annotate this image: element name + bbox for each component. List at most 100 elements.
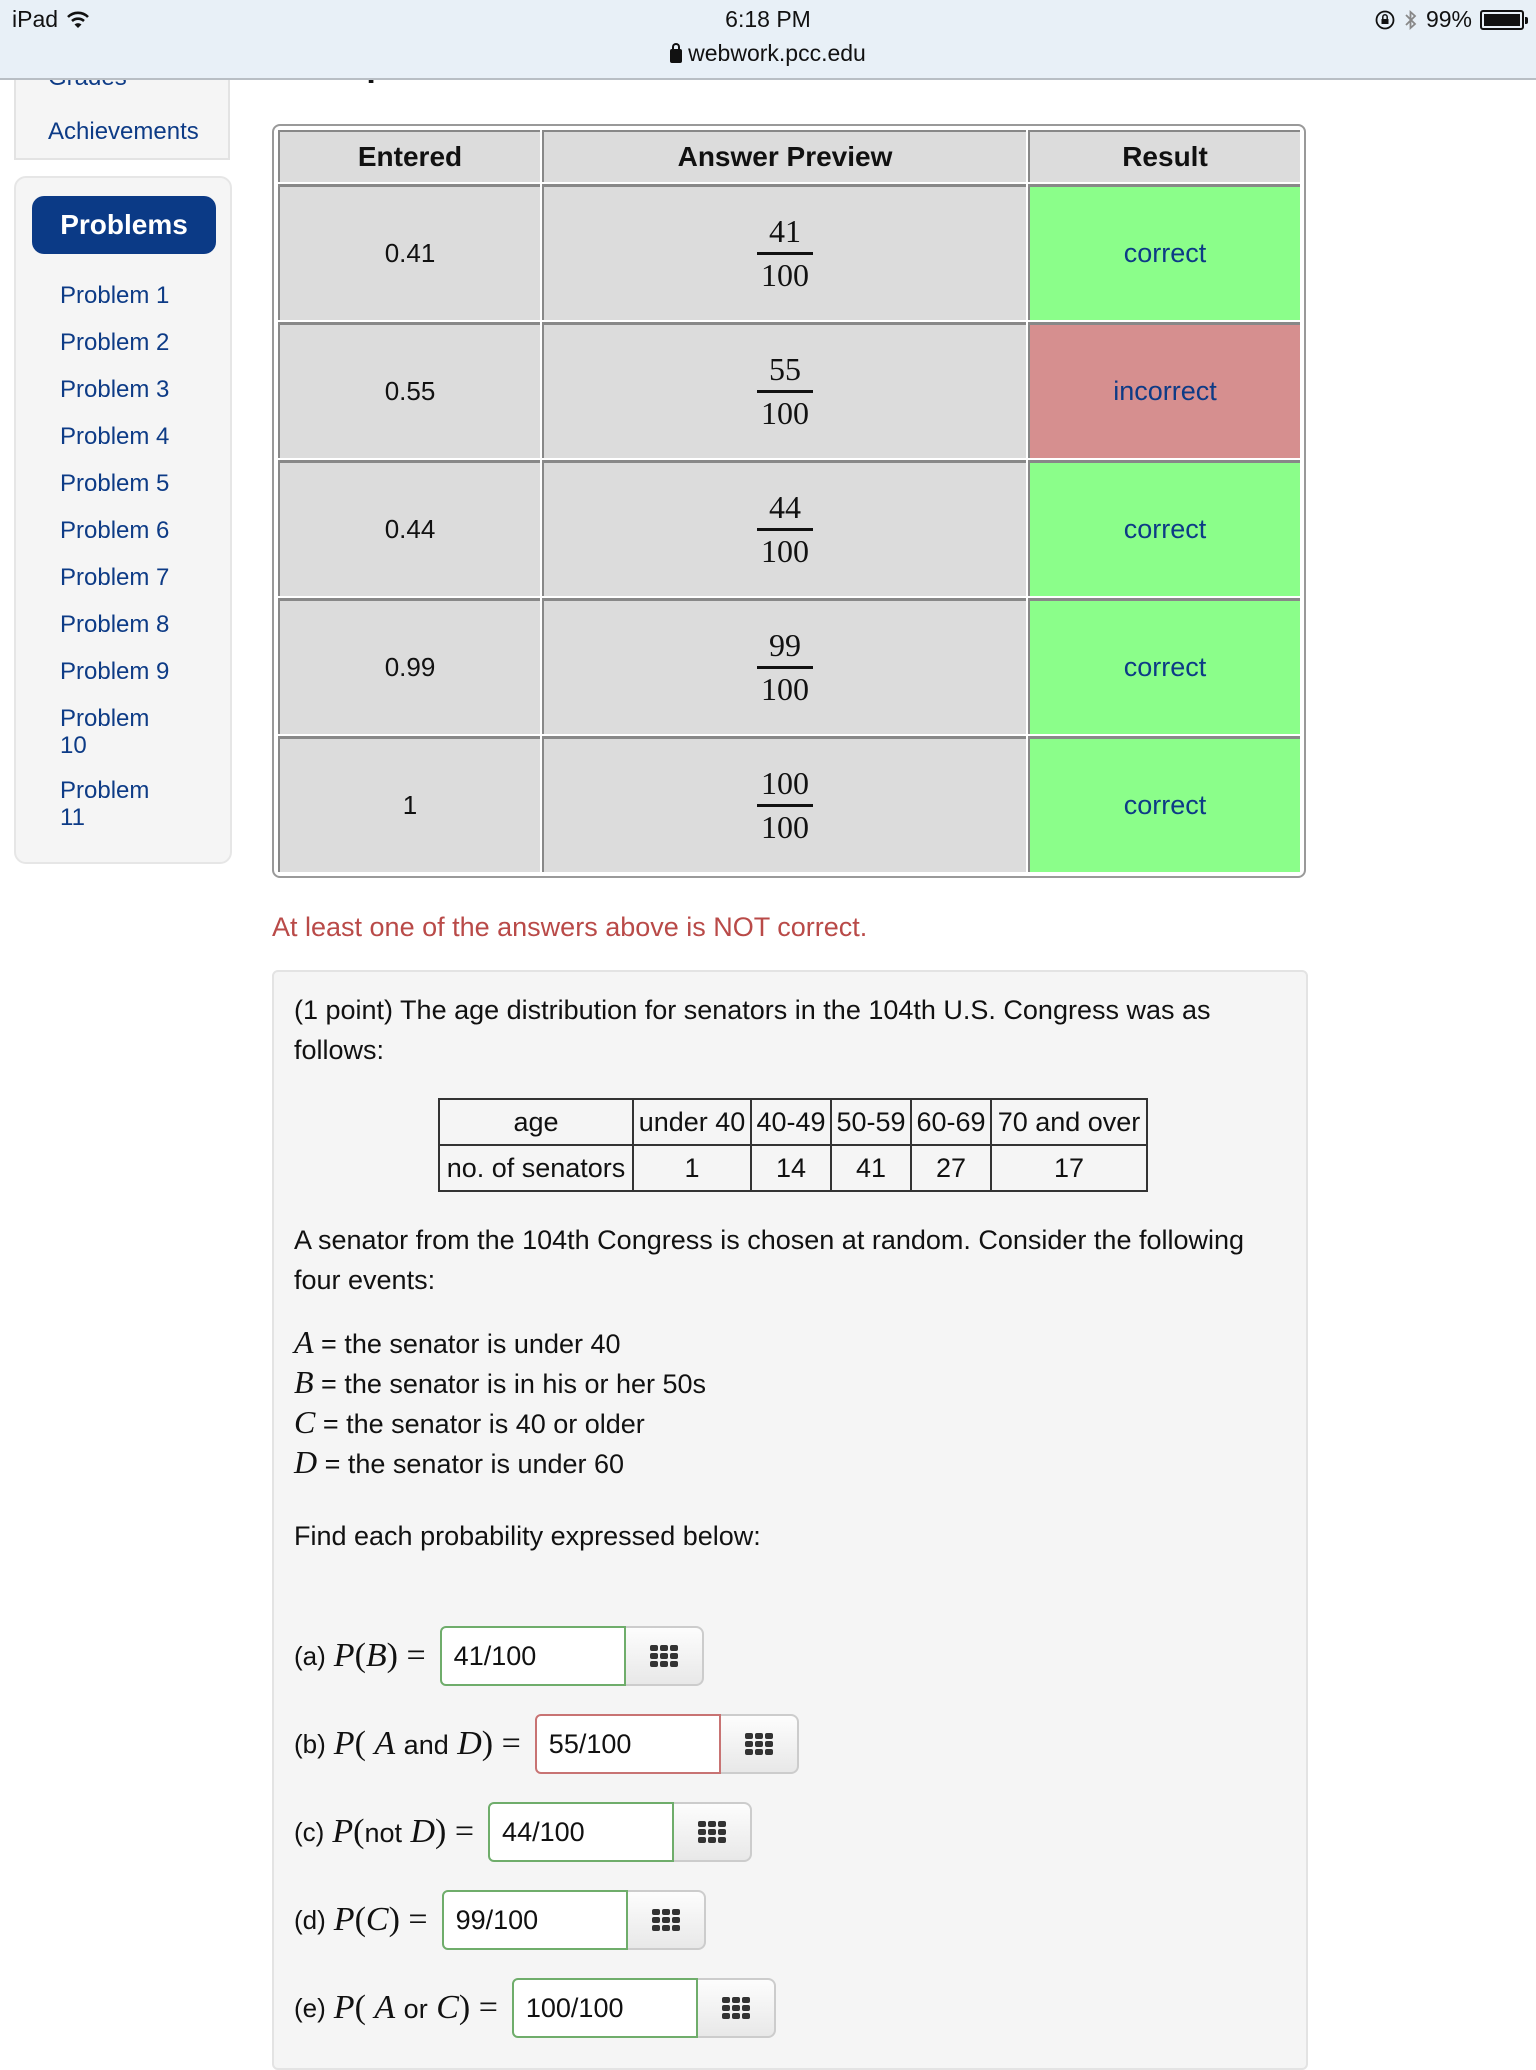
clock: 6:18 PM xyxy=(725,6,811,32)
problem-link[interactable]: Problem 8 xyxy=(60,611,220,638)
denominator: 100 xyxy=(761,395,809,431)
keypad-icon xyxy=(651,1909,680,1931)
expression: P(not D) = xyxy=(332,1813,475,1850)
answer-input-e[interactable] xyxy=(511,1978,698,2038)
problem-link[interactable]: Problem 11 xyxy=(60,777,160,831)
keypad-icon xyxy=(649,1645,678,1667)
count-cell: 27 xyxy=(910,1144,992,1192)
answer-input-a[interactable] xyxy=(439,1626,626,1686)
problem-body: (1 point) The age distribution for senat… xyxy=(272,970,1308,2070)
age-label: age xyxy=(438,1098,634,1146)
result-status: correct xyxy=(1028,598,1300,734)
equation-editor-button[interactable] xyxy=(625,1626,704,1686)
results-header-row: Entered Answer Preview Result xyxy=(278,130,1300,182)
url-text: webwork.pcc.edu xyxy=(688,40,866,66)
event-definitions: A = the senator is under 40 B = the sena… xyxy=(294,1322,1294,1482)
problem-link[interactable]: Problem 3 xyxy=(60,376,220,403)
denominator: 100 xyxy=(761,671,809,707)
age-row: age under 40 40-49 50-59 60-69 70 and ov… xyxy=(438,1098,1148,1146)
age-cell: 50-59 xyxy=(830,1098,912,1146)
address-bar[interactable]: webwork.pcc.edu xyxy=(0,40,1536,67)
count-cell: 41 xyxy=(830,1144,912,1192)
fraction: 44 100 xyxy=(757,488,813,571)
header-entered: Entered xyxy=(278,130,540,182)
bluetooth-icon xyxy=(1405,9,1417,30)
attempt-results-table: Entered Answer Preview Result 0.41 41 100 c… xyxy=(272,124,1306,878)
event-d: D = the senator is under 60 xyxy=(294,1444,625,1480)
keypad-icon xyxy=(744,1733,773,1755)
expression: P(C) = xyxy=(333,1901,428,1938)
entered-value: 0.41 xyxy=(278,184,540,320)
fraction: 99 100 xyxy=(757,626,813,709)
answer-field-group xyxy=(534,1714,799,1774)
expression: P(B) = xyxy=(333,1637,426,1674)
count-cell: 17 xyxy=(990,1144,1148,1192)
system-indicators: 99% xyxy=(1374,6,1528,33)
problem-list: Problem 1 Problem 2 Problem 3 Problem 4 … xyxy=(60,282,220,849)
result-status: correct xyxy=(1028,736,1300,872)
results-row: 0.55 55 100 incorrect xyxy=(278,322,1300,458)
problem-link[interactable]: Problem 5 xyxy=(60,470,220,497)
equation-editor-button[interactable] xyxy=(697,1978,776,2038)
part-label: (d) xyxy=(294,1904,326,1935)
answer-row-a: (a) P(B) = xyxy=(294,1626,704,1686)
battery-icon xyxy=(1480,9,1528,30)
answer-input-d[interactable] xyxy=(441,1890,628,1950)
answer-row-b: (b) P( A and D) = xyxy=(294,1714,799,1774)
problem-link[interactable]: Problem 9 xyxy=(60,658,220,685)
answer-preview: 55 100 xyxy=(542,322,1026,458)
answer-input-c[interactable] xyxy=(488,1802,675,1862)
battery-percent: 99% xyxy=(1425,6,1472,32)
answer-field-group xyxy=(441,1890,706,1950)
answer-input-b[interactable] xyxy=(534,1714,721,1774)
problem-setup: A senator from the 104th Congress is cho… xyxy=(294,1225,1245,1295)
entered-value: 0.44 xyxy=(278,460,540,596)
header-answer-preview: Answer Preview xyxy=(542,130,1026,182)
part-label: (c) xyxy=(294,1816,325,1847)
fraction: 41 100 xyxy=(757,212,813,295)
keypad-icon xyxy=(698,1821,727,1843)
problem-link[interactable]: Problem 7 xyxy=(60,564,220,591)
answer-field-group xyxy=(511,1978,776,2038)
problem-link[interactable]: Problem 1 xyxy=(60,282,220,309)
incorrect-warning: At least one of the answers above is NOT… xyxy=(272,912,868,942)
event-b: B = the senator is in his or her 50s xyxy=(294,1364,707,1400)
result-status: correct xyxy=(1028,184,1300,320)
results-row: 0.99 99 100 correct xyxy=(278,598,1300,734)
numerator: 55 xyxy=(757,350,813,393)
age-cell: under 40 xyxy=(632,1098,752,1146)
keypad-icon xyxy=(721,1997,750,2019)
answer-preview: 99 100 xyxy=(542,598,1026,734)
entered-value: 0.55 xyxy=(278,322,540,458)
answer-row-d: (d) P(C) = xyxy=(294,1890,706,1950)
part-label: (e) xyxy=(294,1992,326,2023)
equation-editor-button[interactable] xyxy=(674,1802,753,1862)
results-row: 0.41 41 100 correct xyxy=(278,184,1300,320)
problem-link[interactable]: Problem 10 xyxy=(60,705,160,759)
age-cell: 60-69 xyxy=(910,1098,992,1146)
status-bar: iPad 6:18 PM webwork.pcc.edu 99% xyxy=(0,0,1536,80)
count-cell: 14 xyxy=(750,1144,832,1192)
problem-link[interactable]: Problem 4 xyxy=(60,423,220,450)
expression: P( A and D) = xyxy=(333,1725,521,1762)
problem-intro: (1 point) The age distribution for senat… xyxy=(294,995,1211,1065)
answer-field-group xyxy=(439,1626,704,1686)
header-result: Result xyxy=(1028,130,1300,182)
event-a: A = the senator is under 40 xyxy=(294,1324,621,1360)
numerator: 100 xyxy=(757,764,813,807)
result-status: incorrect xyxy=(1028,322,1300,458)
age-cell: 70 and over xyxy=(990,1098,1148,1146)
part-label: (b) xyxy=(294,1728,326,1759)
problems-button[interactable]: Problems xyxy=(32,196,216,254)
equation-editor-button[interactable] xyxy=(627,1890,706,1950)
problem-link[interactable]: Problem 6 xyxy=(60,517,220,544)
expression: P( A or C) = xyxy=(333,1989,498,2026)
count-label: no. of senators xyxy=(438,1144,634,1192)
sidebar-link-achievements[interactable]: Achievements xyxy=(48,118,199,146)
event-c: C = the senator is 40 or older xyxy=(294,1404,645,1440)
instructions: Find each probability expressed below: xyxy=(294,1521,761,1551)
numerator: 44 xyxy=(757,488,813,531)
count-row: no. of senators 1 14 41 27 17 xyxy=(438,1144,1148,1192)
equation-editor-button[interactable] xyxy=(720,1714,799,1774)
problem-link[interactable]: Problem 2 xyxy=(60,329,220,356)
